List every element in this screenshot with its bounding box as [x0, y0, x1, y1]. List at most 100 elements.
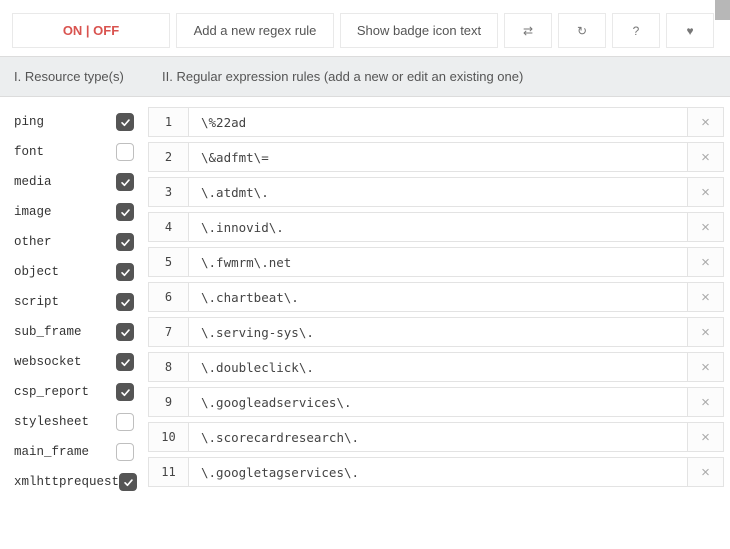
favorite-button[interactable]: ♥	[666, 13, 714, 48]
check-icon	[123, 477, 134, 488]
regex-rule-row: 5\.fwmrm\.net×	[148, 247, 724, 277]
resource-type-row: sub_frame	[10, 317, 138, 347]
resource-type-label: other	[14, 235, 52, 249]
help-icon: ?	[633, 24, 640, 38]
regex-rule-row: 8\.doubleclick\.×	[148, 352, 724, 382]
section-header: I. Resource type(s) II. Regular expressi…	[0, 56, 730, 97]
resource-type-row: csp_report	[10, 377, 138, 407]
resource-type-label: websocket	[14, 355, 82, 369]
rule-pattern[interactable]: \.fwmrm\.net	[189, 248, 687, 276]
resource-type-list: pingfontmediaimageotherobjectscriptsub_f…	[0, 97, 138, 543]
close-icon: ×	[701, 114, 710, 131]
rule-number: 11	[149, 458, 189, 486]
check-icon	[120, 387, 131, 398]
delete-rule-button[interactable]: ×	[687, 283, 723, 311]
reset-button[interactable]: ↻	[558, 13, 606, 48]
regex-rule-row: 11\.googletagservices\.×	[148, 457, 724, 487]
check-icon	[120, 207, 131, 218]
delete-rule-button[interactable]: ×	[687, 353, 723, 381]
rule-pattern[interactable]: \.innovid\.	[189, 213, 687, 241]
close-icon: ×	[701, 359, 710, 376]
resource-type-row: main_frame	[10, 437, 138, 467]
resource-type-label: main_frame	[14, 445, 89, 459]
resource-type-checkbox[interactable]	[119, 473, 137, 491]
resource-type-checkbox[interactable]	[116, 443, 134, 461]
resource-type-checkbox[interactable]	[116, 353, 134, 371]
resource-type-row: font	[10, 137, 138, 167]
regex-rule-row: 7\.serving-sys\. ×	[148, 317, 724, 347]
resource-type-checkbox[interactable]	[116, 173, 134, 191]
resource-type-checkbox[interactable]	[116, 383, 134, 401]
reload-icon: ↻	[577, 24, 587, 38]
check-icon	[120, 357, 131, 368]
resource-type-row: object	[10, 257, 138, 287]
rule-number: 6	[149, 283, 189, 311]
resource-type-checkbox[interactable]	[116, 293, 134, 311]
rule-number: 5	[149, 248, 189, 276]
rule-number: 1	[149, 108, 189, 136]
help-button[interactable]: ?	[612, 13, 660, 48]
resource-type-label: object	[14, 265, 59, 279]
delete-rule-button[interactable]: ×	[687, 108, 723, 136]
delete-rule-button[interactable]: ×	[687, 458, 723, 486]
rule-number: 9	[149, 388, 189, 416]
resource-type-label: sub_frame	[14, 325, 82, 339]
resource-type-checkbox[interactable]	[116, 203, 134, 221]
resource-type-label: ping	[14, 115, 44, 129]
resource-type-checkbox[interactable]	[116, 263, 134, 281]
regex-rule-row: 6\.chartbeat\. ×	[148, 282, 724, 312]
rule-number: 3	[149, 178, 189, 206]
resource-type-row: stylesheet	[10, 407, 138, 437]
regex-rule-row: 9\.googleadservices\.×	[148, 387, 724, 417]
regex-rule-row: 3\.atdmt\. ×	[148, 177, 724, 207]
rule-pattern[interactable]: \.doubleclick\.	[189, 353, 687, 381]
delete-rule-button[interactable]: ×	[687, 248, 723, 276]
swap-icon: ⇄	[523, 24, 533, 38]
resource-type-checkbox[interactable]	[116, 113, 134, 131]
rule-pattern[interactable]: \.atdmt\.	[189, 178, 687, 206]
delete-rule-button[interactable]: ×	[687, 143, 723, 171]
resource-type-checkbox[interactable]	[116, 233, 134, 251]
rule-pattern[interactable]: \.chartbeat\.	[189, 283, 687, 311]
rule-number: 7	[149, 318, 189, 346]
delete-rule-button[interactable]: ×	[687, 388, 723, 416]
rule-pattern[interactable]: \%22ad	[189, 108, 687, 136]
regex-rule-row: 1\%22ad ×	[148, 107, 724, 137]
resource-type-label: font	[14, 145, 44, 159]
section-header-regex-rules: II. Regular expression rules (add a new …	[162, 69, 716, 84]
rule-number: 10	[149, 423, 189, 451]
rule-pattern[interactable]: \.googleadservices\.	[189, 388, 687, 416]
resource-type-checkbox[interactable]	[116, 143, 134, 161]
close-icon: ×	[701, 219, 710, 236]
resource-type-row: xmlhttprequest	[10, 467, 138, 497]
rule-number: 4	[149, 213, 189, 241]
resource-type-row: other	[10, 227, 138, 257]
check-icon	[120, 297, 131, 308]
rule-pattern[interactable]: \&adfmt\=	[189, 143, 687, 171]
resource-type-label: media	[14, 175, 52, 189]
regex-rule-row: 10\.scorecardresearch\.×	[148, 422, 724, 452]
delete-rule-button[interactable]: ×	[687, 318, 723, 346]
reload-button[interactable]: ⇄	[504, 13, 552, 48]
show-badge-icon-text-button[interactable]: Show badge icon text	[340, 13, 498, 48]
main-area: pingfontmediaimageotherobjectscriptsub_f…	[0, 97, 730, 543]
rule-pattern[interactable]: \.scorecardresearch\.	[189, 423, 687, 451]
resource-type-label: stylesheet	[14, 415, 89, 429]
delete-rule-button[interactable]: ×	[687, 213, 723, 241]
rule-pattern[interactable]: \.serving-sys\.	[189, 318, 687, 346]
resource-type-checkbox[interactable]	[116, 323, 134, 341]
close-icon: ×	[701, 289, 710, 306]
resource-type-row: websocket	[10, 347, 138, 377]
close-icon: ×	[701, 324, 710, 341]
onoff-toggle-button[interactable]: ON | OFF	[12, 13, 170, 48]
regex-rule-row: 2\&adfmt\=×	[148, 142, 724, 172]
delete-rule-button[interactable]: ×	[687, 423, 723, 451]
resource-type-checkbox[interactable]	[116, 413, 134, 431]
rule-pattern[interactable]: \.googletagservices\.	[189, 458, 687, 486]
close-icon: ×	[701, 184, 710, 201]
heart-icon: ♥	[686, 24, 693, 38]
add-regex-rule-button[interactable]: Add a new regex rule	[176, 13, 334, 48]
resource-type-row: image	[10, 197, 138, 227]
check-icon	[120, 327, 131, 338]
delete-rule-button[interactable]: ×	[687, 178, 723, 206]
